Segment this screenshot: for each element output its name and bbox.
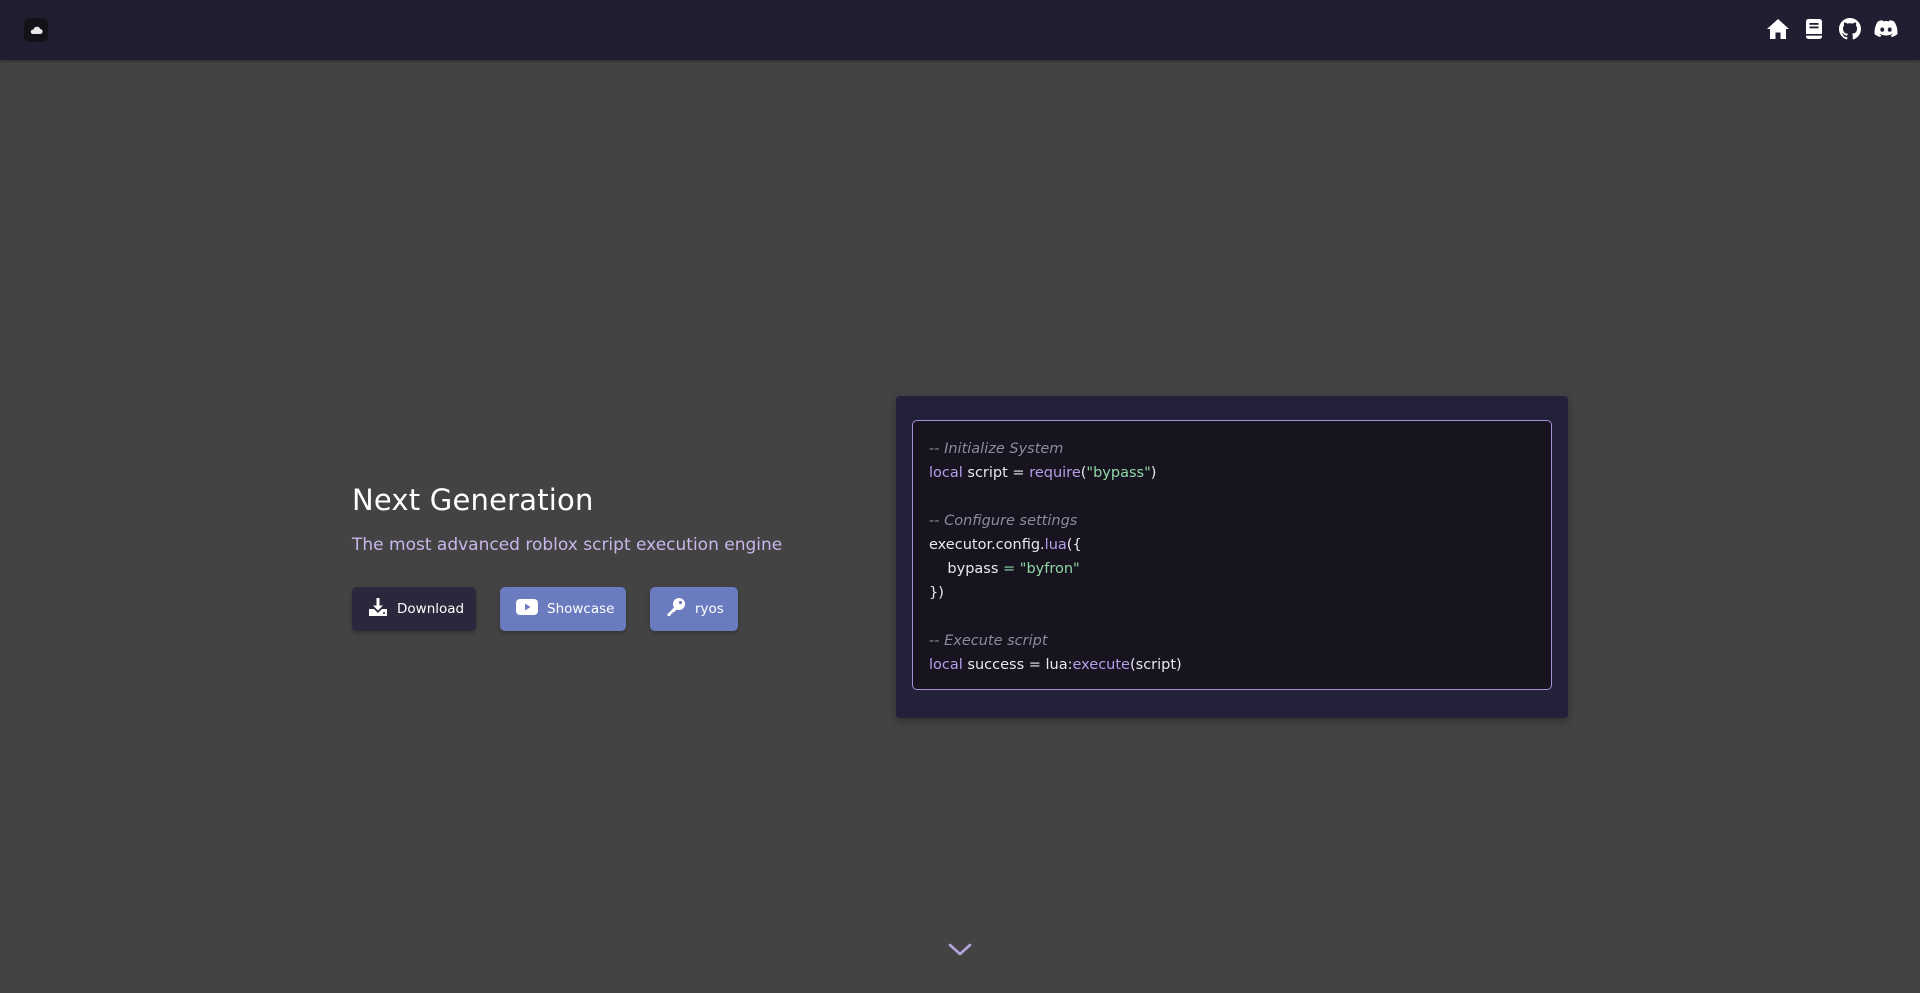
code-text: (script) [1129,657,1182,673]
code-text: success = lua: [962,657,1073,673]
code-function: lua [1044,537,1067,553]
code-comment: -- Initialize System [929,441,1064,457]
code-comment: -- Execute script [929,633,1048,649]
code-line: executor.config.lua({ [929,533,1535,557]
code-line: local script = require("bypass") [929,461,1535,485]
ryos-button-label: ryos [695,601,724,617]
code-text: executor.config. [929,537,1045,553]
discord-icon[interactable] [1874,16,1898,42]
code-operator: = [1003,561,1016,577]
code-function: require [1029,465,1081,481]
book-icon[interactable] [1802,16,1826,42]
showcase-button-label: Showcase [547,601,615,617]
code-line: }) [929,581,1535,605]
code-line: -- Execute script [929,629,1535,653]
youtube-icon [516,599,538,619]
code-line: -- Configure settings [929,509,1535,533]
code-comment: -- Configure settings [929,513,1078,529]
hero-button-row: Download Showcase ryos [352,587,738,631]
code-text: bypass [929,561,1004,577]
code-text: script = [962,465,1030,481]
hero-title: Next Generation [352,483,594,517]
code-function: execute [1072,657,1130,673]
hero-subtitle: The most advanced roblox script executio… [352,535,783,555]
showcase-button[interactable]: Showcase [500,587,626,631]
code-text: ({ [1066,537,1082,553]
code-line: -- Initialize System [929,437,1535,461]
code-block: -- Initialize System local script = requ… [912,420,1552,690]
code-string: "bypass" [1086,465,1151,481]
code-keyword: local [929,465,963,481]
download-icon [368,597,388,621]
download-button[interactable]: Download [352,587,476,631]
code-string: "byfron" [1015,561,1080,577]
chevron-down-icon[interactable] [948,942,972,958]
code-line: local success = lua:execute(script) [929,653,1535,677]
code-text: ) [1150,465,1157,481]
cloud-logo-icon[interactable] [24,18,48,42]
download-button-label: Download [397,601,465,617]
code-keyword: local [929,657,963,673]
ryos-button[interactable]: ryos [650,587,738,631]
key-icon [666,597,686,621]
code-preview-panel: -- Initialize System local script = requ… [896,396,1568,718]
hero-section: Next Generation The most advanced roblox… [352,478,872,558]
home-icon[interactable] [1766,16,1790,42]
nav-icon-group [1766,16,1898,42]
github-icon[interactable] [1838,16,1862,42]
code-line: bypass = "byfron" [929,557,1535,581]
code-text: }) [929,585,944,601]
top-navbar [0,0,1920,60]
